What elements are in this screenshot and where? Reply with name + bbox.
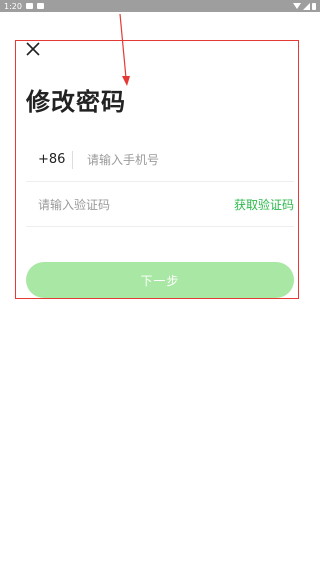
verification-code-input[interactable] — [26, 197, 234, 212]
close-button[interactable] — [24, 40, 42, 58]
country-code-selector[interactable]: +86 — [26, 152, 72, 167]
status-bar: 1:20 — [0, 0, 320, 12]
wifi-icon — [293, 3, 301, 9]
get-verification-code-button[interactable]: 获取验证码 — [234, 196, 294, 213]
status-right — [293, 2, 316, 10]
next-step-button[interactable]: 下一步 — [26, 262, 294, 298]
phone-row: +86 — [26, 138, 294, 182]
app-notification-icon — [36, 3, 44, 9]
battery-icon — [312, 2, 316, 10]
page-title: 修改密码 — [26, 88, 126, 116]
signal-icon — [303, 2, 310, 10]
verification-code-row: 获取验证码 — [26, 183, 294, 227]
status-time: 1:20 — [4, 1, 22, 11]
phone-input[interactable] — [87, 152, 294, 167]
country-code-divider — [72, 150, 73, 169]
close-icon — [26, 42, 40, 56]
status-left: 1:20 — [4, 2, 44, 11]
gallery-notification-icon — [25, 3, 33, 9]
